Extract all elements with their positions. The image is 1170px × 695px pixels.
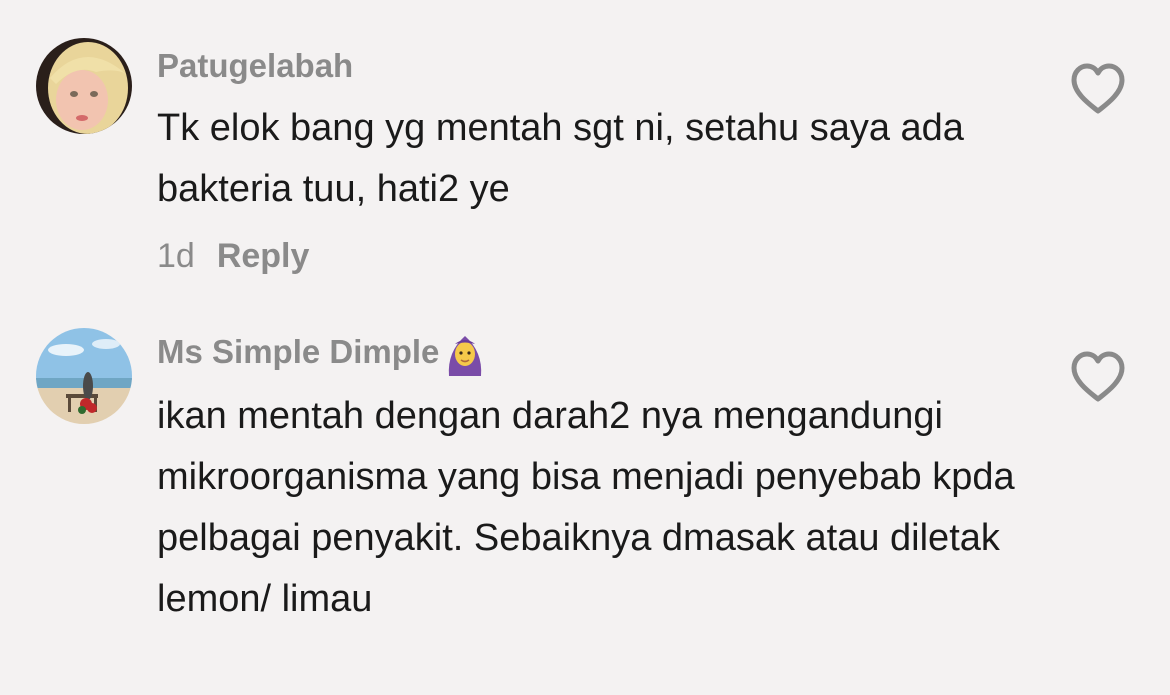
comment-meta: 1d Reply bbox=[157, 236, 309, 276]
comment-username[interactable]: Patugelabah bbox=[157, 46, 353, 86]
comment-text: Tk elok bang yg mentah sgt ni, setahu sa… bbox=[157, 107, 964, 210]
comment-username[interactable]: Ms Simple Dimple bbox=[157, 332, 487, 377]
reply-button[interactable]: Reply bbox=[217, 237, 310, 275]
username-text: Ms Simple Dimple bbox=[157, 333, 440, 370]
heart-outline-icon[interactable] bbox=[1069, 350, 1127, 404]
heart-outline-icon[interactable] bbox=[1069, 62, 1127, 116]
woman-with-headscarf-emoji bbox=[443, 332, 487, 377]
comment-timestamp: 1d bbox=[157, 237, 195, 275]
avatar[interactable] bbox=[36, 328, 132, 424]
avatar[interactable] bbox=[36, 38, 132, 134]
comment-text: ikan mentah dengan darah2 nya mengandung… bbox=[157, 395, 1015, 620]
